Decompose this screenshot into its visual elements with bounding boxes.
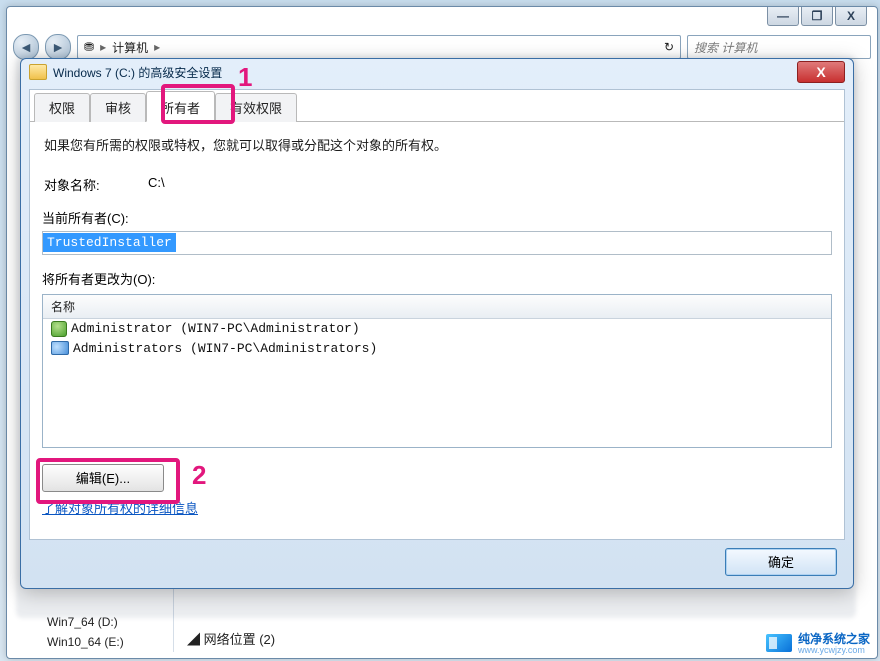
address-crumb[interactable]: 计算机 [112, 39, 148, 56]
current-owner-label: 当前所有者(C): [42, 208, 832, 227]
list-item[interactable]: Administrator (WIN7-PC\Administrator) [43, 319, 831, 339]
tab-effective-permissions[interactable]: 有效权限 [215, 93, 297, 122]
dialog-button-row: 确定 [21, 540, 853, 578]
explorer-window-controls: — ❐ X [765, 7, 867, 29]
group-icon [51, 341, 69, 355]
learn-more-link[interactable]: 了解对象所有权的详细信息 [42, 498, 198, 517]
address-sep-icon: ▸ [154, 40, 160, 54]
dialog-body: 权限 审核 所有者 有效权限 1 如果您有所需的权限或特权，您就可以取得或分配这… [29, 89, 845, 540]
refresh-icon[interactable]: ↻ [664, 40, 674, 54]
tab-owner[interactable]: 所有者 [146, 91, 215, 122]
current-owner-field: TrustedInstaller [42, 231, 832, 255]
address-sep-icon: ▸ [100, 40, 106, 54]
list-item-label: Administrator (WIN7-PC\Administrator) [71, 321, 360, 336]
tab-permissions[interactable]: 权限 [34, 93, 90, 122]
tab-audit[interactable]: 审核 [90, 93, 146, 122]
list-header-name[interactable]: 名称 [43, 295, 831, 319]
object-name-value: C:\ [148, 175, 165, 194]
explorer-maximize-button[interactable]: ❐ [801, 7, 833, 26]
user-icon [51, 321, 67, 337]
dialog-title: Windows 7 (C:) 的高级安全设置 [53, 64, 791, 81]
advanced-security-dialog: Windows 7 (C:) 的高级安全设置 X 权限 审核 所有者 有效权限 … [20, 58, 854, 589]
network-location-header[interactable]: ◢ 网络位置 (2) [187, 629, 275, 648]
object-name-row: 对象名称: C:\ [44, 175, 832, 194]
explorer-close-button[interactable]: X [835, 7, 867, 26]
list-item-label: Administrators (WIN7-PC\Administrators) [73, 341, 377, 356]
search-placeholder: 搜索 计算机 [694, 39, 757, 56]
ok-button[interactable]: 确定 [725, 548, 837, 576]
dialog-intro-text: 如果您有所需的权限或特权，您就可以取得或分配这个对象的所有权。 [44, 136, 832, 157]
object-name-label: 对象名称: [44, 175, 116, 194]
current-owner-value: TrustedInstaller [43, 233, 176, 252]
tree-item-drive[interactable]: Win10_64 (E:) [13, 632, 173, 652]
annotation-number-2: 2 [192, 460, 206, 491]
change-owner-list[interactable]: 名称 Administrator (WIN7-PC\Administrator)… [42, 294, 832, 448]
dialog-tab-row: 权限 审核 所有者 有效权限 [30, 90, 844, 122]
dialog-close-button[interactable]: X [797, 61, 845, 83]
computer-icon: ⛃ [84, 40, 94, 54]
edit-button[interactable]: 编辑(E)... [42, 464, 164, 492]
list-item[interactable]: Administrators (WIN7-PC\Administrators) [43, 339, 831, 358]
change-owner-label: 将所有者更改为(O): [42, 269, 832, 288]
explorer-minimize-button[interactable]: — [767, 7, 799, 26]
dialog-titlebar[interactable]: Windows 7 (C:) 的高级安全设置 X [21, 59, 853, 85]
folder-icon [29, 64, 47, 80]
